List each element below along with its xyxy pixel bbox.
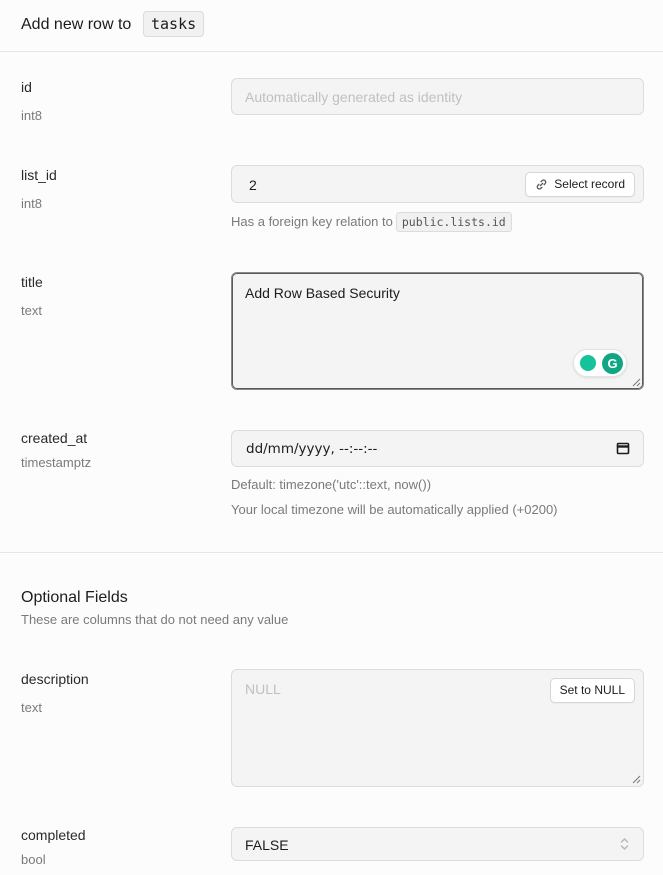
field-type-list-id: int8 bbox=[21, 196, 42, 211]
select-record-label: Select record bbox=[554, 177, 625, 191]
resize-handle-icon[interactable] bbox=[632, 378, 641, 387]
foreign-key-help: Has a foreign key relation to public.list… bbox=[231, 212, 512, 232]
set-to-null-button[interactable]: Set to NULL bbox=[549, 678, 635, 703]
foreign-key-text: Has a foreign key relation to bbox=[231, 214, 393, 229]
field-label-title: title bbox=[21, 274, 43, 290]
description-textarea[interactable]: NULL Set to NULL bbox=[231, 669, 644, 787]
field-label-created-at: created_at bbox=[21, 430, 88, 446]
field-type-created-at: timestamptz bbox=[21, 455, 92, 470]
list-id-input[interactable]: 2 Select record bbox=[231, 165, 644, 203]
grammarly-widget[interactable]: G bbox=[573, 349, 627, 377]
grammarly-icon: G bbox=[602, 353, 623, 374]
field-type-id: int8 bbox=[21, 108, 42, 123]
lightbulb-icon bbox=[580, 355, 596, 371]
relation-chip: public.lists.id bbox=[395, 212, 512, 232]
panel-header: Add new row to tasks bbox=[0, 0, 663, 52]
table-name-chip: tasks bbox=[143, 11, 205, 37]
panel-title: Add new row to bbox=[21, 16, 132, 33]
field-type-title: text bbox=[21, 303, 42, 318]
optional-fields-title: Optional Fields bbox=[21, 589, 128, 606]
completed-value: FALSE bbox=[245, 837, 289, 853]
select-record-button[interactable]: Select record bbox=[525, 172, 635, 197]
field-label-description: description bbox=[21, 671, 89, 687]
field-type-description: text bbox=[21, 700, 42, 715]
created-at-input[interactable]: dd/mm/yyyy, --:--:-- bbox=[231, 430, 644, 467]
set-to-null-label: Set to NULL bbox=[559, 683, 625, 697]
timezone-help: Your local timezone will be automaticall… bbox=[231, 502, 558, 517]
title-textarea[interactable]: Add Row Based Security G bbox=[231, 272, 644, 390]
resize-handle-icon[interactable] bbox=[632, 775, 641, 784]
link-icon bbox=[537, 179, 547, 190]
title-value: Add Row Based Security bbox=[245, 285, 400, 301]
calendar-icon[interactable] bbox=[616, 441, 630, 455]
list-id-value: 2 bbox=[249, 177, 257, 193]
id-placeholder: Automatically generated as identity bbox=[245, 89, 463, 105]
id-input: Automatically generated as identity bbox=[231, 78, 644, 115]
default-help: Default: timezone('utc'::text, now()) bbox=[231, 477, 432, 492]
chevron-up-down-icon bbox=[620, 838, 629, 850]
created-at-value: dd/mm/yyyy, --:--:-- bbox=[246, 441, 378, 457]
field-label-completed: completed bbox=[21, 827, 86, 843]
completed-select[interactable]: FALSE bbox=[231, 827, 644, 861]
field-type-completed: bool bbox=[21, 852, 46, 867]
section-divider bbox=[0, 552, 663, 553]
field-label-list-id: list_id bbox=[21, 167, 57, 183]
description-placeholder: NULL bbox=[245, 681, 281, 697]
field-label-id: id bbox=[21, 79, 32, 95]
optional-fields-subtitle: These are columns that do not need any v… bbox=[21, 612, 289, 627]
